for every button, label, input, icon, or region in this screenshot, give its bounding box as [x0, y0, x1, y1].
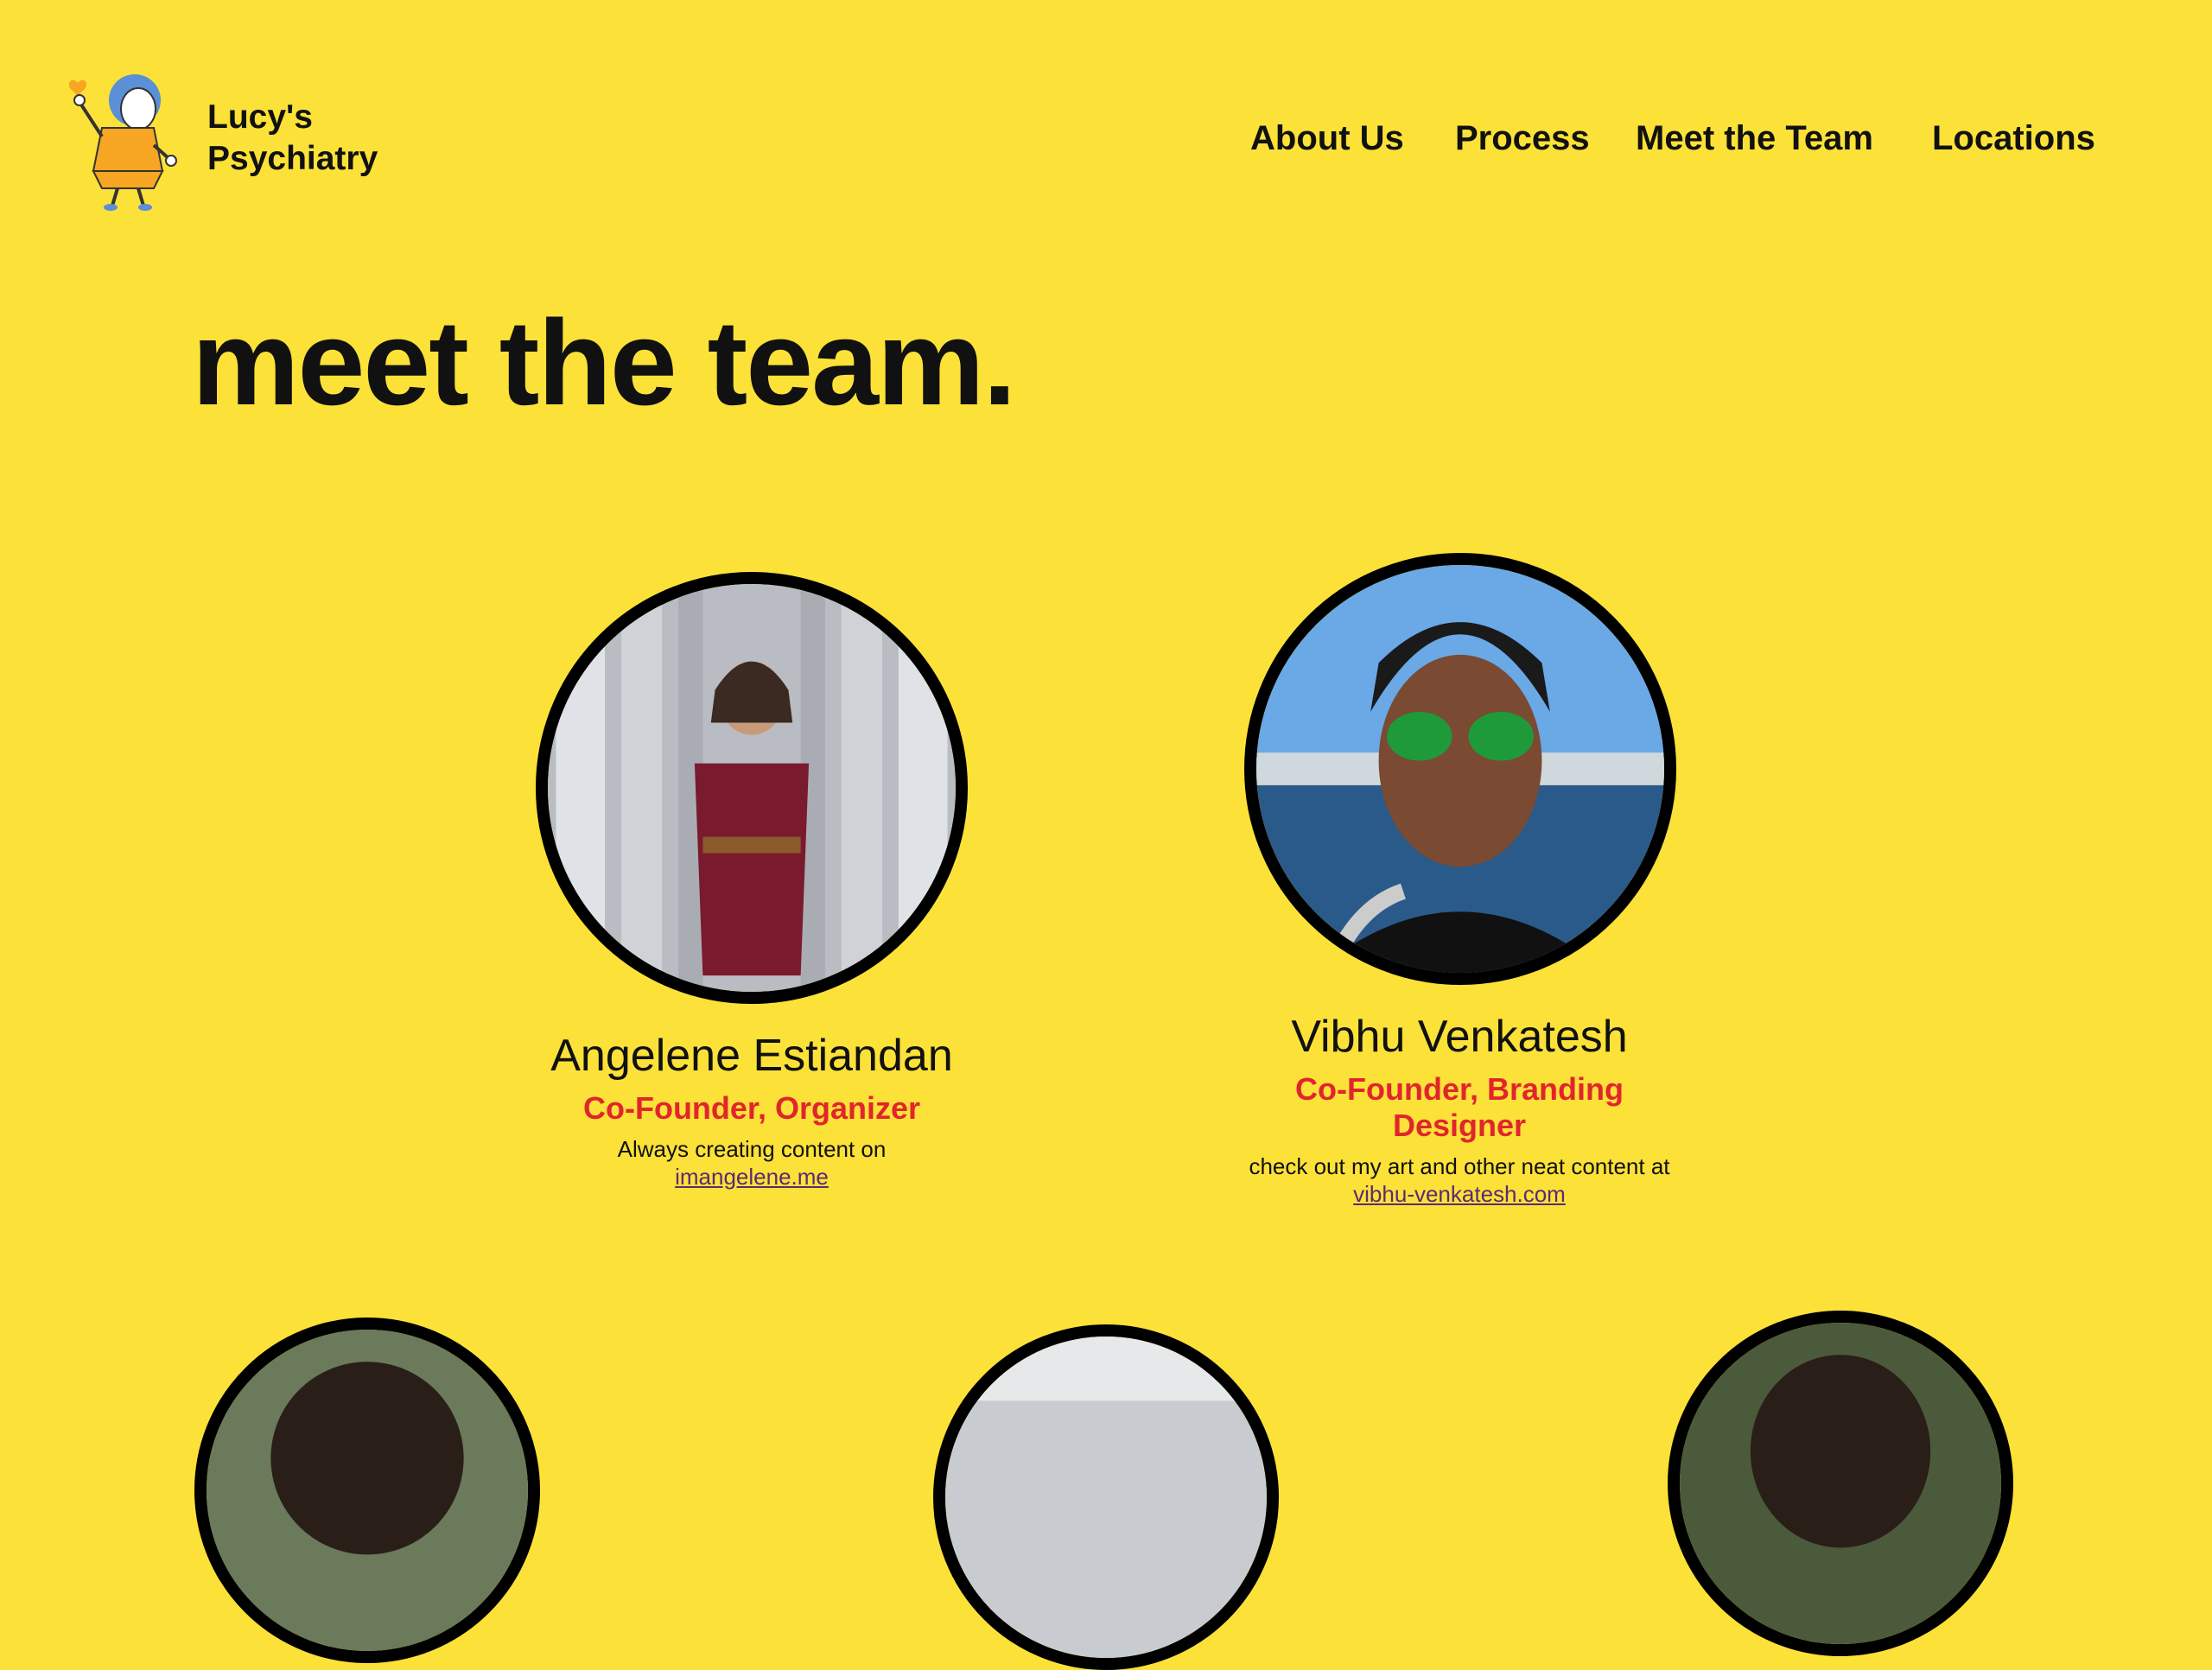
lucy-logo-icon[interactable]: [67, 67, 180, 214]
team-member-card: Vibhu Venkatesh Co-Founder, Branding Des…: [1217, 1009, 1701, 1208]
member-name: Angelene Estiandan: [550, 1031, 953, 1081]
brand-line-1: Lucy's: [207, 98, 313, 136]
member-photo-vibhu: [1244, 553, 1676, 985]
member-bio: check out my art and other neat content …: [1243, 1152, 1675, 1208]
member-website-link[interactable]: imangelene.me: [675, 1164, 829, 1190]
member-photo-partial: [1668, 1311, 2013, 1656]
member-photo-partial: [194, 1318, 540, 1663]
brand-name[interactable]: Lucy's Psychiatry: [207, 97, 378, 180]
nav-locations[interactable]: Locations: [1932, 114, 2095, 162]
nav-meet-the-team[interactable]: Meet the Team: [1636, 114, 1873, 162]
member-photo-angelene: [536, 572, 968, 1004]
member-role: Co-Founder, Branding Designer: [1295, 1071, 1624, 1143]
member-bio: Always creating content on imangelene.me: [510, 1135, 994, 1191]
member-role: Co-Founder, Organizer: [582, 1090, 921, 1126]
brand-line-2: Psychiatry: [207, 140, 378, 177]
member-website-link[interactable]: vibhu-venkatesh.com: [1353, 1181, 1566, 1207]
member-photo-partial: [933, 1324, 1279, 1670]
nav-process[interactable]: Process: [1455, 114, 1590, 162]
member-bio-text: check out my art and other neat content …: [1249, 1153, 1670, 1179]
page-title: meet the team.: [192, 295, 1016, 430]
nav-about-us[interactable]: About Us: [1250, 114, 1404, 162]
member-bio-text: Always creating content on: [617, 1136, 887, 1162]
team-member-card: Angelene Estiandan Co-Founder, Organizer…: [510, 1028, 994, 1191]
member-name: Vibhu Venkatesh: [1291, 1012, 1628, 1062]
